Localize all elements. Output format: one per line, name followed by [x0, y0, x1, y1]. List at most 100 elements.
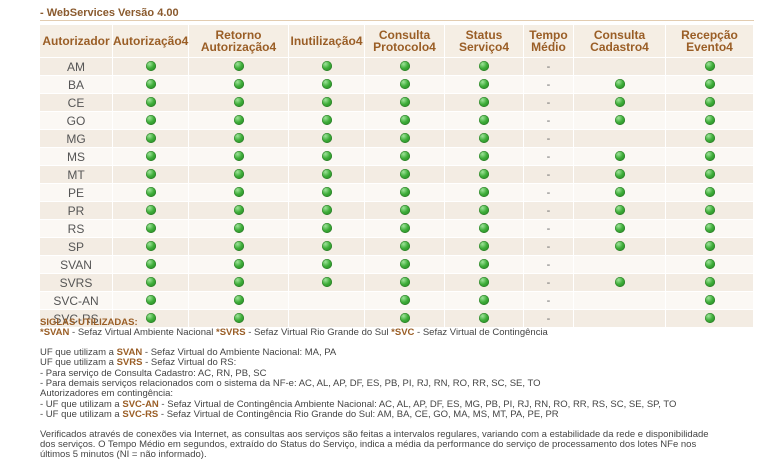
status-cell — [288, 75, 365, 94]
status-cell — [665, 129, 754, 148]
green-status-dot-icon — [479, 133, 489, 144]
status-cell — [665, 111, 754, 130]
section-title: - WebServices Versão 4.00 — [40, 6, 754, 21]
green-status-dot-icon — [614, 205, 625, 216]
green-status-dot-icon — [233, 169, 244, 180]
status-cell — [112, 183, 189, 202]
green-status-dot-icon — [321, 97, 332, 108]
status-cell: - — [523, 57, 574, 76]
status-cell — [665, 93, 754, 112]
green-status-dot-icon — [145, 277, 156, 288]
green-status-dot-icon — [399, 97, 410, 108]
green-status-dot-icon — [704, 97, 715, 108]
green-status-dot-icon — [614, 97, 625, 108]
tempo-medio-value: - — [546, 151, 551, 163]
green-status-dot-icon — [479, 187, 489, 198]
status-cell: - — [523, 183, 574, 202]
autorizador-cell: MT — [39, 165, 113, 184]
siglas-legend: *SVAN - Sefaz Virtual Ambiente Nacional … — [40, 328, 755, 338]
green-status-dot-icon — [704, 295, 715, 306]
green-status-dot-icon — [704, 223, 715, 234]
autorizador-cell: MS — [39, 147, 113, 166]
status-cell — [288, 219, 365, 238]
status-cell — [573, 93, 666, 112]
status-cell — [573, 147, 666, 166]
tempo-medio-value: - — [546, 223, 551, 235]
tempo-medio-value: - — [546, 97, 551, 109]
legend-code-svc: *SVC — [391, 327, 415, 339]
green-status-dot-icon — [145, 79, 156, 90]
status-cell — [444, 93, 524, 112]
green-status-dot-icon — [233, 133, 244, 144]
tempo-medio-value: - — [546, 241, 551, 253]
green-status-dot-icon — [479, 277, 489, 288]
legend-code-svrs: *SVRS — [216, 327, 246, 339]
tempo-medio-value: - — [546, 259, 551, 271]
green-status-dot-icon — [479, 79, 489, 90]
green-status-dot-icon — [704, 241, 715, 252]
green-status-dot-icon — [704, 259, 715, 270]
svan-code: SVAN — [116, 346, 143, 358]
green-status-dot-icon — [233, 205, 244, 216]
column-header: Retorno Autorização4 — [188, 24, 289, 58]
svan-prefix: UF que utilizam a — [40, 346, 117, 358]
status-cell — [188, 93, 289, 112]
status-cell — [188, 183, 289, 202]
status-cell — [364, 183, 445, 202]
table-row: SVRS - — [39, 273, 754, 292]
status-cell — [288, 129, 365, 148]
status-cell — [188, 273, 289, 292]
green-status-dot-icon — [321, 187, 332, 198]
status-cell: - — [523, 273, 574, 292]
green-status-dot-icon — [614, 169, 625, 180]
tempo-medio-value: - — [546, 115, 551, 127]
svcan-code: SVC-AN — [122, 398, 159, 410]
status-cell — [364, 273, 445, 292]
status-cell — [665, 237, 754, 256]
green-status-dot-icon — [399, 61, 410, 72]
status-cell — [188, 129, 289, 148]
green-status-dot-icon — [145, 295, 156, 306]
legend-text-svrs: - Sefaz Virtual Rio Grande do Sul — [245, 327, 392, 339]
status-cell — [288, 57, 365, 76]
status-cell — [444, 219, 524, 238]
green-status-dot-icon — [233, 223, 244, 234]
green-status-dot-icon — [479, 97, 489, 108]
status-cell: - — [523, 219, 574, 238]
status-cell — [288, 111, 365, 130]
status-cell — [573, 291, 666, 310]
status-cell — [188, 165, 289, 184]
green-status-dot-icon — [321, 115, 332, 126]
green-status-dot-icon — [479, 223, 489, 234]
green-status-dot-icon — [145, 97, 156, 108]
status-cell — [112, 201, 189, 220]
autorizador-cell: SVC-AN — [39, 291, 113, 310]
green-status-dot-icon — [233, 115, 244, 126]
status-cell: - — [523, 255, 574, 274]
autorizador-cell: GO — [39, 111, 113, 130]
green-status-dot-icon — [479, 115, 489, 126]
table-row: SVC-AN - — [39, 291, 754, 310]
column-header: Recepção Evento4 — [665, 24, 754, 58]
status-cell — [665, 147, 754, 166]
green-status-dot-icon — [614, 223, 625, 234]
tempo-medio-value: - — [546, 187, 551, 199]
table-row: AM - — [39, 57, 754, 76]
table-row: MS - — [39, 147, 754, 166]
status-cell — [444, 291, 524, 310]
status-cell — [444, 165, 524, 184]
status-cell — [288, 201, 365, 220]
table-row: PR - — [39, 201, 754, 220]
autorizador-cell: AM — [39, 57, 113, 76]
status-cell — [112, 93, 189, 112]
green-status-dot-icon — [145, 169, 156, 180]
green-status-dot-icon — [614, 241, 625, 252]
status-cell — [444, 255, 524, 274]
table-row: SVAN - — [39, 255, 754, 274]
green-status-dot-icon — [399, 223, 410, 234]
green-status-dot-icon — [614, 115, 625, 126]
green-status-dot-icon — [399, 259, 410, 270]
column-header: Status Serviço4 — [444, 24, 524, 58]
column-header: Consulta Protocolo4 — [364, 24, 445, 58]
status-cell — [444, 201, 524, 220]
